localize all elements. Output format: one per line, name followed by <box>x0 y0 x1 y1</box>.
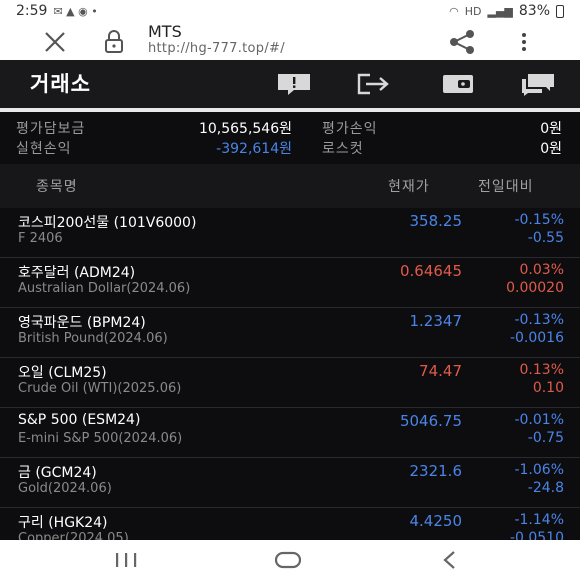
change-amount: -0.55 <box>527 230 564 246</box>
change-percent: -1.14% <box>514 512 564 528</box>
instrument-name: 코스피200선물 (101V6000) <box>18 215 197 231</box>
page-title: MTS <box>148 22 182 41</box>
summary-row: 평가담보금 10,565,546원 평가손익 0원 <box>0 118 580 138</box>
home-icon[interactable] <box>268 546 308 574</box>
chat-icon[interactable] <box>520 70 556 98</box>
table-row[interactable]: 코스피200선물 (101V6000) F 2406 358.25 -0.15%… <box>0 208 580 258</box>
exchange-app: 거래소 평가담보금 10,565,546원 평가손익 0원 실현손익 -392,… <box>0 60 580 540</box>
share-icon[interactable] <box>446 28 478 56</box>
change-percent: 0.13% <box>519 362 564 378</box>
summary-row: 실현손익 -392,614원 로스컷 0원 <box>0 138 580 158</box>
current-price: 358.25 <box>409 212 463 230</box>
battery-icon <box>556 4 564 18</box>
more-menu-icon[interactable] <box>512 28 536 56</box>
current-price: 2321.6 <box>409 462 463 480</box>
status-time: 2:59 <box>16 3 48 19</box>
instrument-name: 호주달러 (ADM24) <box>18 265 136 281</box>
notification-icons: ✉ ▲ ◉ • <box>53 4 98 18</box>
current-price: 5046.75 <box>399 412 462 430</box>
table-row[interactable]: S&P 500 (ESM24) E-mini S&P 500(2024.06) … <box>0 408 580 458</box>
instrument-subtitle: Gold(2024.06) <box>18 481 112 496</box>
change-amount: 0.00020 <box>506 280 564 296</box>
collateral-label: 평가담보금 <box>16 121 86 137</box>
table-row[interactable]: 오일 (CLM25) Crude Oil (WTI)(2025.06) 74.4… <box>0 358 580 408</box>
losscut-label: 로스컷 <box>322 141 364 157</box>
network-label: HD <box>464 4 482 18</box>
valuation-pnl-value: 0원 <box>540 121 562 137</box>
change-amount: 0.10 <box>532 380 564 396</box>
close-icon[interactable] <box>40 27 70 57</box>
status-bar: 2:59 ✉ ▲ ◉ • ◠ HD ▂▄▆ 83% <box>0 0 580 22</box>
instrument-subtitle: E-mini S&P 500(2024.06) <box>18 431 183 446</box>
column-header-change: 전일대비 <box>478 179 534 195</box>
collateral-value: 10,565,546원 <box>198 121 292 137</box>
change-amount: -24.8 <box>527 480 564 496</box>
instrument-name: 금 (GCM24) <box>18 465 97 481</box>
recent-apps-icon[interactable] <box>106 546 146 574</box>
instrument-subtitle: F 2406 <box>18 231 63 246</box>
navigation-bar <box>0 540 580 580</box>
instrument-subtitle: Australian Dollar(2024.06) <box>18 281 191 296</box>
change-percent: 0.03% <box>519 262 564 278</box>
logout-icon[interactable] <box>356 70 392 98</box>
instrument-name: 오일 (CLM25) <box>18 365 107 381</box>
current-price: 4.4250 <box>409 512 463 530</box>
instrument-name: S&P 500 (ESM24) <box>18 412 141 428</box>
change-percent: -0.15% <box>514 212 564 228</box>
table-row[interactable]: 호주달러 (ADM24) Australian Dollar(2024.06) … <box>0 258 580 308</box>
losscut-value: 0원 <box>540 141 562 157</box>
column-header-price: 현재가 <box>388 179 430 195</box>
app-title: 거래소 <box>30 72 91 96</box>
current-price: 0.64645 <box>399 262 462 280</box>
table-row[interactable]: 금 (GCM24) Gold(2024.06) 2321.6 -1.06% -2… <box>0 458 580 508</box>
lock-icon[interactable] <box>100 27 128 57</box>
instrument-name: 구리 (HGK24) <box>18 515 108 531</box>
table-header: 종목명 현재가 전일대비 <box>0 164 580 208</box>
current-price: 74.47 <box>419 362 462 380</box>
instrument-name: 영국파운드 (BPM24) <box>18 315 146 331</box>
wifi-icon: ◠ <box>449 4 459 18</box>
instrument-subtitle: Copper(2024.05) <box>18 531 129 540</box>
change-percent: -0.13% <box>514 312 564 328</box>
change-percent: -0.01% <box>514 412 564 428</box>
alert-icon[interactable] <box>276 70 312 98</box>
back-icon[interactable] <box>430 546 470 574</box>
app-header: 거래소 <box>0 60 580 108</box>
battery-level: 83% <box>518 3 550 19</box>
page-url[interactable]: http://hg-777.top/#/ <box>148 41 285 56</box>
wallet-icon[interactable] <box>440 70 476 98</box>
change-percent: -1.06% <box>514 462 564 478</box>
account-summary: 평가담보금 10,565,546원 평가손익 0원 실현손익 -392,614원… <box>0 115 580 161</box>
column-header-name: 종목명 <box>36 179 78 195</box>
table-row[interactable]: 구리 (HGK24) Copper(2024.05) 4.4250 -1.14%… <box>0 508 580 540</box>
table-row[interactable]: 영국파운드 (BPM24) British Pound(2024.06) 1.2… <box>0 308 580 358</box>
realized-pnl-label: 실현손익 <box>16 141 72 157</box>
signal-icon: ▂▄▆ <box>487 4 513 18</box>
current-price: 1.2347 <box>409 312 463 330</box>
realized-pnl-value: -392,614원 <box>216 141 292 157</box>
header-divider <box>0 108 580 112</box>
instrument-subtitle: British Pound(2024.06) <box>18 331 168 346</box>
instrument-subtitle: Crude Oil (WTI)(2025.06) <box>18 381 182 396</box>
browser-bar: MTS http://hg-777.top/#/ <box>0 22 580 60</box>
change-amount: -0.75 <box>527 430 564 446</box>
valuation-pnl-label: 평가손익 <box>322 121 378 137</box>
change-amount: -0.0510 <box>509 530 564 540</box>
change-amount: -0.0016 <box>509 330 564 346</box>
